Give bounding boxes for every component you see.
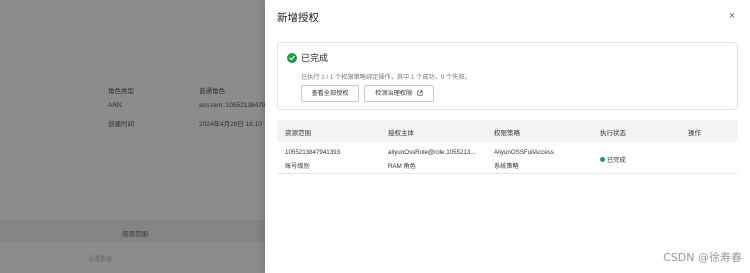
view-all-authorizations-button[interactable]: 查看全部授权 [301,85,359,102]
column-header-status: 执行状态 [600,130,626,137]
cell-principal-sub: RAM 角色 [388,163,416,170]
cell-policy-sub: 系统策略 [494,163,519,170]
modal-overlay[interactable] [0,0,265,273]
cell-status: 已完成 [600,155,626,164]
status-success-dot-icon [600,157,605,162]
table-row: 1055213847941393 账号级别 aliyunOssRole@role… [277,142,738,174]
detect-governance-permissions-label: 检测治理权限 [375,90,413,97]
authorization-table: 资源范围 授权主体 权限策略 执行状态 操作 1055213847941393 … [277,120,738,174]
column-header-policy: 权限策略 [494,130,520,137]
result-title: 已完成 [301,53,329,63]
cell-principal: aliyunOssRole@role.1055213... [388,149,476,156]
cell-scope-sub: 账号级别 [285,163,310,170]
cell-scope: 1055213847941393 [285,149,341,156]
column-header-scope: 资源范围 [285,130,311,137]
close-icon[interactable]: × [726,10,738,22]
result-panel: 已完成 已执行 1 / 1 个权限策略绑定操作，其中 1 个成功，0 个失败。 … [277,42,738,110]
table-header: 资源范围 授权主体 权限策略 执行状态 操作 [277,120,738,142]
view-all-authorizations-label: 查看全部授权 [311,90,349,97]
external-link-icon [417,89,423,96]
cell-policy: AliyunOSSFullAccess [494,149,554,156]
add-authorization-drawer: 新增授权 × 已完成 已执行 1 / 1 个权限策略绑定操作，其中 1 个成功，… [265,0,750,273]
result-description: 已执行 1 / 1 个权限策略绑定操作，其中 1 个成功，0 个失败。 [301,74,471,81]
cell-status-label: 已完成 [607,157,626,164]
column-header-principal: 授权主体 [388,130,414,137]
check-circle-icon [287,53,297,63]
detect-governance-permissions-button[interactable]: 检测治理权限 [364,85,434,102]
drawer-title: 新增授权 [277,12,319,24]
csdn-watermark: CSDN @徐寿春 [663,251,742,264]
column-header-actions: 操作 [688,130,701,137]
